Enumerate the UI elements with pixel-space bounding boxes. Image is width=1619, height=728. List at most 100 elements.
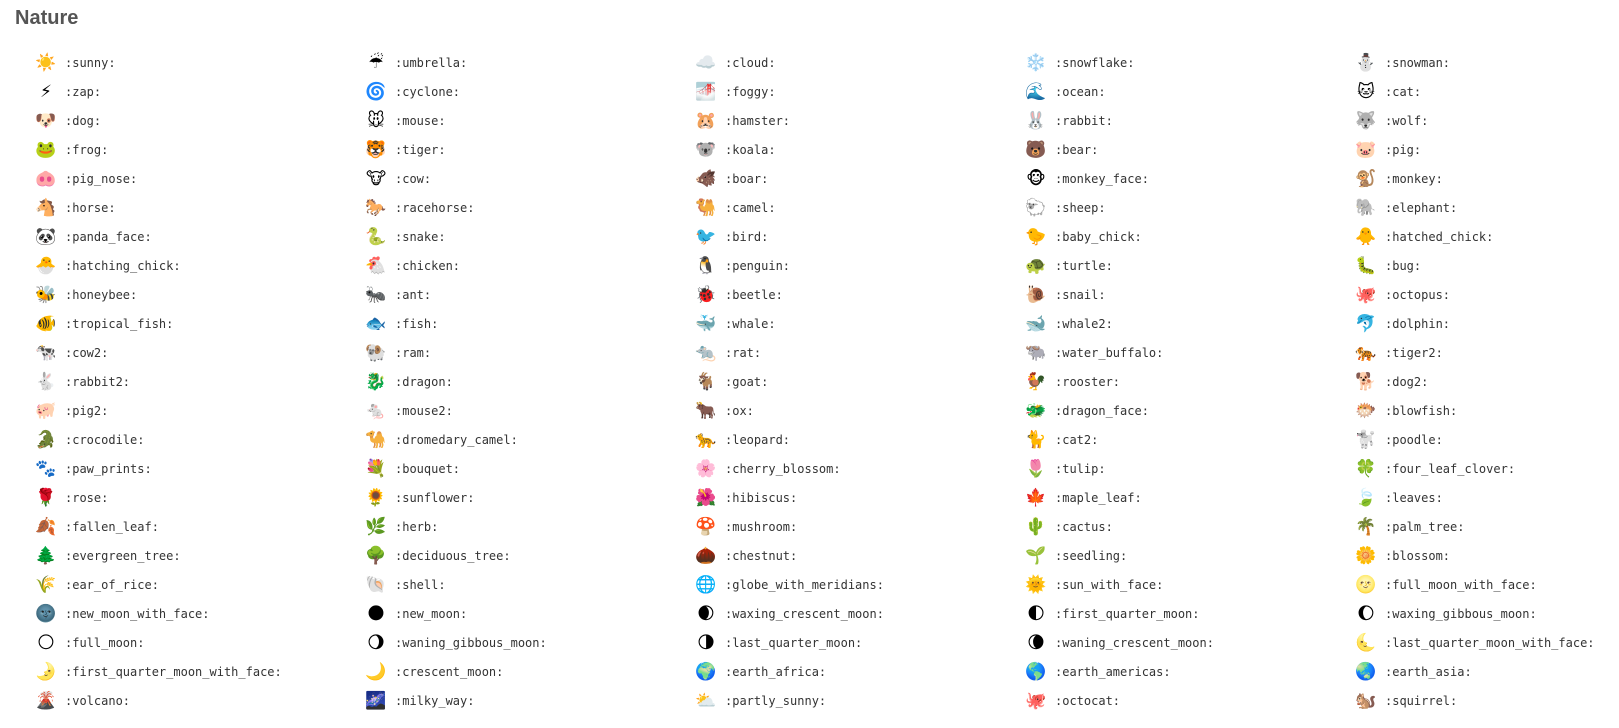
bird-icon: 🐦 bbox=[695, 226, 717, 247]
emoji-list-item: 🍄:mushroom: bbox=[695, 512, 1025, 541]
emoji-list-item: 🍁:maple_leaf: bbox=[1025, 483, 1355, 512]
zap-icon: ⚡ bbox=[40, 81, 52, 102]
emoji-list-item: 🌊:ocean: bbox=[1025, 77, 1355, 106]
herb-icon: 🌿 bbox=[365, 516, 387, 537]
bouquet-icon: 💐 bbox=[365, 458, 387, 479]
ocean-icon: 🌊 bbox=[1025, 81, 1047, 102]
earth-americas-icon: 🌎 bbox=[1025, 661, 1047, 682]
emoji-code-label: :milky_way: bbox=[395, 693, 475, 708]
emoji-list-item: 🌼:blossom: bbox=[1355, 541, 1619, 570]
tulip-icon: 🌷 bbox=[1025, 458, 1047, 479]
honeybee-icon: 🐝 bbox=[35, 284, 57, 305]
emoji-list-item: ⚡:zap: bbox=[35, 77, 365, 106]
emoji-list-item: 🐬:dolphin: bbox=[1355, 309, 1619, 338]
emoji-list-item: 🐖:pig2: bbox=[35, 396, 365, 425]
ram-icon: 🐏 bbox=[365, 342, 387, 363]
deciduous-tree-icon: 🌳 bbox=[365, 545, 387, 566]
emoji-list-item: 🌚:new_moon_with_face: bbox=[35, 599, 365, 628]
emoji-code-label: :umbrella: bbox=[395, 55, 468, 70]
emoji-list-item: ☔:umbrella: bbox=[365, 48, 695, 77]
emoji-code-label: :full_moon_with_face: bbox=[1385, 577, 1537, 592]
new-moon-icon: 🌑 bbox=[367, 603, 385, 624]
fish-icon: 🐟 bbox=[365, 313, 387, 334]
octocat-icon: 🐙 bbox=[1025, 690, 1047, 711]
emoji-list-item: 🌓:first_quarter_moon: bbox=[1025, 599, 1355, 628]
emoji-code-label: :snake: bbox=[395, 229, 446, 244]
emoji-list-item: 🐻:bear: bbox=[1025, 135, 1355, 164]
emoji-code-label: :blowfish: bbox=[1385, 403, 1458, 418]
earth-africa-icon: 🌍 bbox=[695, 661, 717, 682]
full-moon-with-face-icon: 🌝 bbox=[1355, 574, 1377, 595]
emoji-list-item: 🐎:racehorse: bbox=[365, 193, 695, 222]
emoji-list-item: 🐑:sheep: bbox=[1025, 193, 1355, 222]
emoji-code-label: :goat: bbox=[725, 374, 769, 389]
blossom-icon: 🌼 bbox=[1355, 545, 1377, 566]
emoji-code-label: :leopard: bbox=[725, 432, 791, 447]
emoji-code-label: :hatched_chick: bbox=[1385, 229, 1494, 244]
emoji-list-item: 🌝 :full_moon_with_face: bbox=[1355, 570, 1619, 599]
dog-icon: 🐶 bbox=[35, 110, 57, 131]
emoji-code-label: :hibiscus: bbox=[725, 490, 798, 505]
whale-icon: 🐳 bbox=[695, 313, 717, 334]
emoji-list-item: 🐓:rooster: bbox=[1025, 367, 1355, 396]
emoji-list-item: 🐏:ram: bbox=[365, 338, 695, 367]
seedling-icon: 🌱 bbox=[1025, 545, 1047, 566]
emoji-code-label: :snowman: bbox=[1385, 55, 1451, 70]
emoji-code-label: :panda_face: bbox=[65, 229, 152, 244]
cat-icon: 🐱 bbox=[1357, 81, 1375, 102]
emoji-list-item: 🌒:waxing_crescent_moon: bbox=[695, 599, 1025, 628]
waning-gibbous-moon-icon: 🌖 bbox=[367, 632, 385, 653]
emoji-code-label: :globe_with_meridians: bbox=[725, 577, 884, 592]
first-quarter-moon-with-face-icon: 🌛 bbox=[35, 661, 57, 682]
pig-icon: 🐷 bbox=[1355, 139, 1377, 160]
snowflake-icon: ❄️ bbox=[1025, 52, 1047, 73]
emoji-code-label: :first_quarter_moon_with_face: bbox=[65, 664, 282, 679]
beetle-icon: 🐞 bbox=[695, 284, 717, 305]
last-quarter-moon-icon: 🌗 bbox=[697, 632, 715, 653]
boar-icon: 🐗 bbox=[695, 168, 717, 189]
emoji-list-item: 🐐 :goat: bbox=[695, 367, 1025, 396]
emoji-code-label: :tropical_fish: bbox=[65, 316, 174, 331]
emoji-code-label: :monkey_face: bbox=[1055, 171, 1149, 186]
emoji-list-item: 🐨:koala: bbox=[695, 135, 1025, 164]
emoji-code-label: :crocodile: bbox=[65, 432, 145, 447]
emoji-list-item: 🌿:herb: bbox=[365, 512, 695, 541]
emoji-list-item: 🌻:sunflower: bbox=[365, 483, 695, 512]
camel-icon: 🐫 bbox=[695, 197, 717, 218]
emoji-list-item: 🌵:cactus: bbox=[1025, 512, 1355, 541]
emoji-code-label: :snail: bbox=[1055, 287, 1106, 302]
leaves-icon: 🍃 bbox=[1355, 487, 1377, 508]
section-title: Nature bbox=[15, 7, 79, 29]
emoji-list-item: 🐩:poodle: bbox=[1355, 425, 1619, 454]
palm-tree-icon: 🌴 bbox=[1355, 516, 1377, 537]
emoji-code-label: :cow2: bbox=[65, 345, 109, 360]
rat-icon: 🐀 bbox=[695, 342, 717, 363]
emoji-code-label: :sunflower: bbox=[395, 490, 475, 505]
emoji-code-label: :full_moon: bbox=[65, 635, 145, 650]
emoji-list-item: 🐽:pig_nose: bbox=[35, 164, 365, 193]
emoji-list-item: ⛄:snowman: bbox=[1355, 48, 1619, 77]
emoji-code-label: :octopus: bbox=[1385, 287, 1451, 302]
milky-way-icon: 🌌 bbox=[365, 690, 387, 711]
paw-prints-icon: 🐾 bbox=[35, 458, 57, 479]
emoji-code-label: :penguin: bbox=[725, 258, 791, 273]
emoji-code-label: :ear_of_rice: bbox=[65, 577, 159, 592]
emoji-code-label: :turtle: bbox=[1055, 258, 1113, 273]
emoji-code-label: :crescent_moon: bbox=[395, 664, 504, 679]
monkey-face-icon: 🐵 bbox=[1026, 168, 1046, 189]
goat-icon: 🐐 bbox=[695, 371, 717, 392]
emoji-code-label: :sunny: bbox=[65, 55, 116, 70]
emoji-list-item: 🐿️:squirrel: bbox=[1355, 686, 1619, 715]
emoji-list-item: 🌹:rose: bbox=[35, 483, 365, 512]
rooster-icon: 🐓 bbox=[1025, 371, 1047, 392]
emoji-list-item: 🌙:crescent_moon: bbox=[365, 657, 695, 686]
rose-icon: 🌹 bbox=[35, 487, 57, 508]
emoji-list-item: 🐗:boar: bbox=[695, 164, 1025, 193]
emoji-list-item: 🐊:crocodile: bbox=[35, 425, 365, 454]
emoji-list-item: 🌞:sun_with_face: bbox=[1025, 570, 1355, 599]
emoji-code-label: :fish: bbox=[395, 316, 439, 331]
cow2-icon: 🐄 bbox=[35, 342, 57, 363]
emoji-list-item: 🐁:mouse2: bbox=[365, 396, 695, 425]
emoji-list-item: 🌀:cyclone: bbox=[365, 77, 695, 106]
emoji-code-label: :waning_crescent_moon: bbox=[1055, 635, 1214, 650]
